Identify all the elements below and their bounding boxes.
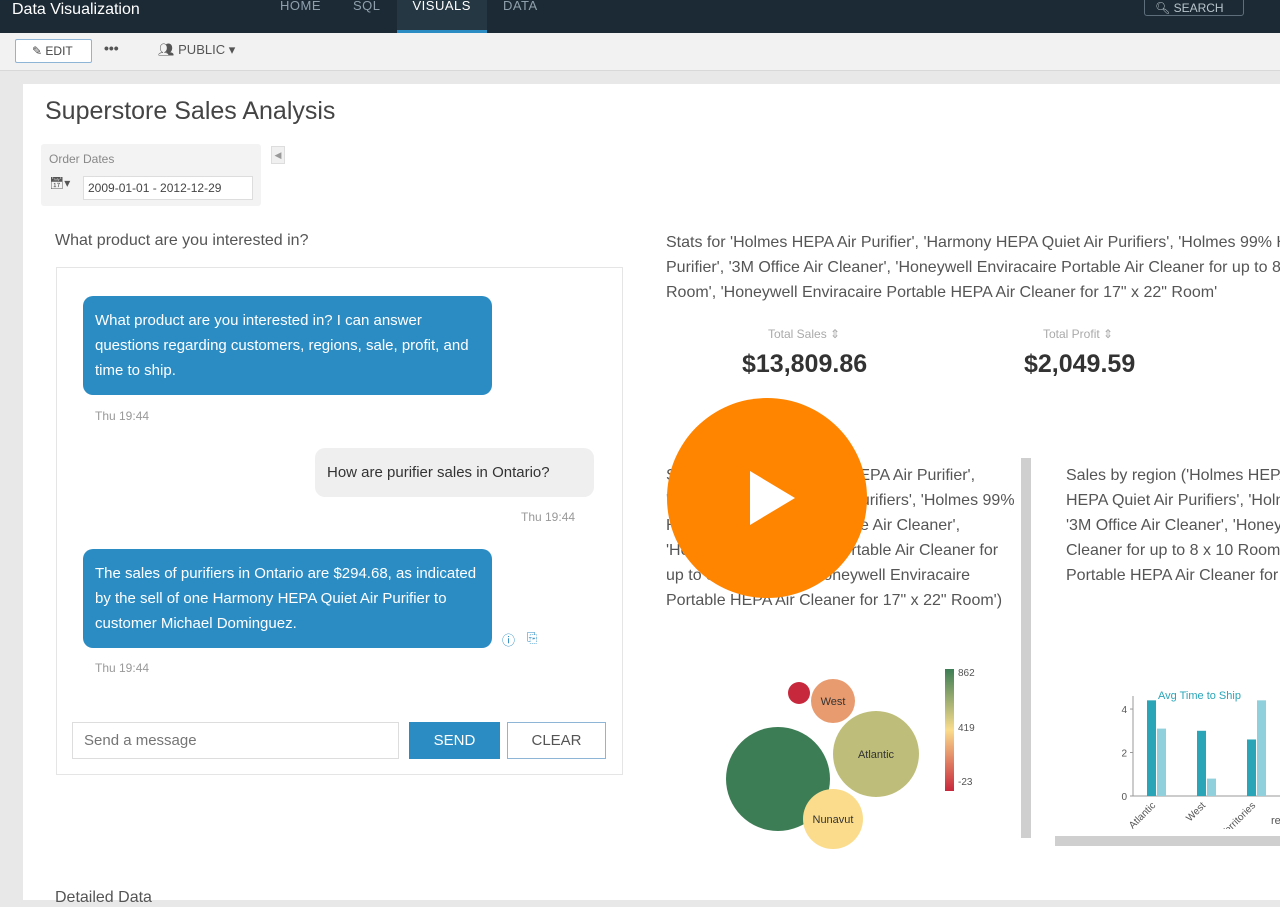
bot-message: The sales of purifiers in Ontario are $2… xyxy=(83,549,492,648)
bar-atlantic-0 xyxy=(1147,700,1156,796)
chat-heading: What product are you interested in? xyxy=(55,232,309,249)
copy-icon[interactable]: ⎘ xyxy=(527,630,537,646)
color-scale-bar xyxy=(945,669,954,791)
date-filter: Order Dates 📅︎▾ 2009-01-01 - 2012-12-29 xyxy=(41,144,261,206)
page-title: Superstore Sales Analysis xyxy=(45,97,336,125)
bot-message: What product are you interested in? I ca… xyxy=(83,296,492,395)
total-sales-label: Total Sales ⇕ xyxy=(768,327,841,341)
nav-home[interactable]: HOME xyxy=(264,0,337,33)
nav-visuals[interactable]: VISUALS xyxy=(396,0,487,33)
top-nav-bar: Data Visualization HOME SQL VISUALS DATA… xyxy=(0,0,1280,33)
clear-button[interactable]: CLEAR xyxy=(507,722,606,759)
stats-title: Stats for 'Holmes HEPA Air Purifier', 'H… xyxy=(666,230,1280,305)
pencil-icon: ✎ xyxy=(32,44,43,58)
main-nav: HOME SQL VISUALS DATA xyxy=(264,0,554,33)
search-label: SEARCH xyxy=(1173,1,1224,15)
bubble-label: Nunavut xyxy=(813,814,854,826)
bar-west-0 xyxy=(1197,730,1206,796)
bar-west-1 xyxy=(1207,778,1216,796)
collapse-filter-button[interactable]: ◀ xyxy=(271,146,285,164)
app-title[interactable]: Data Visualization xyxy=(12,1,140,19)
nav-sql[interactable]: SQL xyxy=(337,0,397,33)
visibility-dropdown[interactable]: 👥︎ PUBLIC ▾ xyxy=(158,42,235,58)
sort-icon: ⇕ xyxy=(1103,327,1114,341)
info-icon[interactable]: ⓘ xyxy=(502,630,515,649)
bar-chart: Avg Time to Ship420AtlanticWestNorthwest… xyxy=(1121,690,1280,829)
play-icon xyxy=(750,471,795,525)
x-axis-label: region xyxy=(1271,815,1280,827)
detailed-data-heading: Detailed Data xyxy=(55,889,152,906)
dashboard-content: Superstore Sales Analysis Order Dates 📅︎… xyxy=(23,84,1280,906)
total-sales-value: $13,809.86 xyxy=(742,350,868,378)
play-button[interactable] xyxy=(667,398,867,598)
filter-label: Order Dates xyxy=(49,152,115,166)
bubble-label: West xyxy=(821,696,846,708)
message-input[interactable] xyxy=(72,722,399,759)
stats-title-text: Stats for 'Holmes HEPA Air Purifier', 'H… xyxy=(666,234,1280,301)
y-tick-label: 2 xyxy=(1121,749,1127,760)
color-scale-tick: 419 xyxy=(958,723,975,734)
y-tick-label: 0 xyxy=(1121,792,1127,803)
x-tick-label: West xyxy=(1184,800,1208,824)
message-time: Thu 19:44 xyxy=(521,510,576,524)
date-range-input[interactable]: 2009-01-01 - 2012-12-29 xyxy=(83,176,253,200)
color-scale-tick: 862 xyxy=(958,668,975,679)
bubble-label: Atlantic xyxy=(858,749,895,761)
chat-panel: What product are you interested in? I ca… xyxy=(56,267,623,775)
more-options-button[interactable]: ••• xyxy=(104,40,119,56)
bar-chart-title: Sales by region ('Holmes HEPA Air Purifi… xyxy=(1066,467,1280,584)
nav-data[interactable]: DATA xyxy=(487,0,554,33)
total-profit-value: $2,049.59 xyxy=(1024,350,1136,378)
search-button[interactable]: 🔍︎ SEARCH xyxy=(1144,0,1244,16)
bar-northwest-territories-1 xyxy=(1257,700,1266,796)
send-button[interactable]: SEND xyxy=(409,722,500,759)
dashboard-toolbar: ✎ EDIT ••• 👥︎ PUBLIC ▾ xyxy=(0,33,1280,71)
visibility-label: PUBLIC xyxy=(178,42,226,57)
bar-atlantic-1 xyxy=(1157,728,1166,796)
legend-avg-time-to-ship: Avg Time to Ship xyxy=(1158,690,1241,702)
y-tick-label: 4 xyxy=(1121,705,1127,716)
x-tick-label: Atlantic xyxy=(1127,800,1158,829)
message-time: Thu 19:44 xyxy=(95,661,150,675)
sort-icon: ⇕ xyxy=(830,327,841,341)
edit-label: EDIT xyxy=(45,44,73,58)
caret-down-icon: ▾ xyxy=(228,42,236,57)
search-icon: 🔍︎ xyxy=(1155,1,1171,15)
calendar-icon[interactable]: 📅︎▾ xyxy=(49,176,81,200)
bubble-region-4 xyxy=(788,682,810,704)
bar-northwest-territories-0 xyxy=(1247,739,1256,796)
total-profit-label: Total Profit ⇕ xyxy=(1043,327,1114,341)
horizontal-scrollbar[interactable] xyxy=(1055,836,1280,846)
message-time: Thu 19:44 xyxy=(95,409,150,423)
users-icon: 👥︎ xyxy=(158,42,175,57)
vertical-scrollbar[interactable] xyxy=(1021,458,1031,838)
bubble-chart: Atlantic Nunavut West 862 419 -23 xyxy=(726,668,975,849)
user-message: How are purifier sales in Ontario? xyxy=(315,448,594,497)
color-scale-tick: -23 xyxy=(958,777,973,788)
edit-button[interactable]: ✎ EDIT xyxy=(15,39,92,63)
